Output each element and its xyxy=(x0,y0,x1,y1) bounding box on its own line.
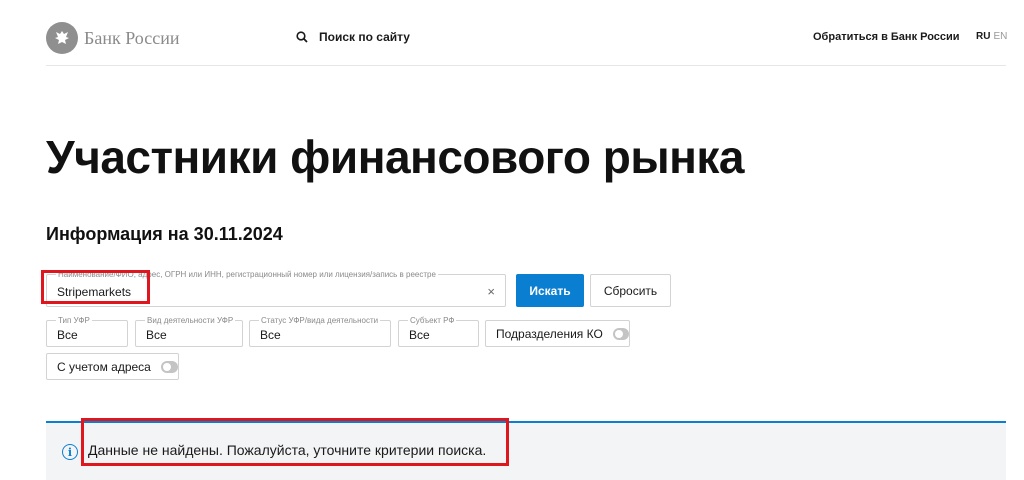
filter-ufr-type[interactable]: Тип УФР Все xyxy=(46,316,128,347)
bank-logo[interactable]: Банк России xyxy=(46,22,179,54)
filter-value: Все xyxy=(57,328,78,342)
result-message-panel: i Данные не найдены. Пожалуйста, уточнит… xyxy=(46,421,1006,480)
reset-button[interactable]: Сбросить xyxy=(590,274,671,307)
lang-en-link[interactable]: EN xyxy=(993,31,1007,42)
search-input-value[interactable]: Stripemarkets xyxy=(57,285,131,299)
toggle-switch[interactable] xyxy=(612,327,629,340)
page-title: Участники финансового рынка xyxy=(46,131,745,183)
logo-text: Банк России xyxy=(84,27,180,48)
filter-label: Статус УФР/вида деятельности xyxy=(259,316,381,325)
search-field[interactable]: Наименование/ФИО, адрес, ОГРН или ИНН, р… xyxy=(46,270,506,307)
double-headed-eagle-icon xyxy=(46,22,78,54)
language-switcher: RU EN xyxy=(976,31,1007,42)
lang-ru-link[interactable]: RU xyxy=(976,31,990,42)
site-header: Банк России Поиск по сайту Обратиться в … xyxy=(46,0,1007,66)
search-icon xyxy=(296,31,308,43)
clear-icon[interactable]: × xyxy=(487,284,495,299)
filter-value: Все xyxy=(260,328,281,342)
toggle-label: Подразделения КО xyxy=(496,326,603,341)
filter-label: Вид деятельности УФР xyxy=(145,316,236,325)
filter-status[interactable]: Статус УФР/вида деятельности Все xyxy=(249,316,391,347)
info-date: Информация на 30.11.2024 xyxy=(46,224,283,244)
filter-label: Тип УФР xyxy=(56,316,92,325)
toggle-ko-divisions[interactable]: Подразделения КО xyxy=(485,320,630,347)
toggle-label: С учетом адреса xyxy=(57,359,151,374)
filter-region[interactable]: Субъект РФ Все xyxy=(398,316,479,347)
toggle-switch[interactable] xyxy=(160,360,178,373)
filter-value: Все xyxy=(409,328,430,342)
filter-activity-type[interactable]: Вид деятельности УФР Все xyxy=(135,316,243,347)
site-search-link[interactable]: Поиск по сайту xyxy=(296,30,410,44)
site-search-label: Поиск по сайту xyxy=(319,30,410,44)
filter-value: Все xyxy=(146,328,167,342)
info-icon: i xyxy=(62,444,78,460)
contact-bank-link[interactable]: Обратиться в Банк России xyxy=(813,31,960,43)
toggle-with-address[interactable]: С учетом адреса xyxy=(46,353,179,380)
search-field-label: Наименование/ФИО, адрес, ОГРН или ИНН, р… xyxy=(56,270,438,279)
no-results-message: Данные не найдены. Пожалуйста, уточните … xyxy=(88,442,487,458)
search-button[interactable]: Искать xyxy=(516,274,584,307)
filter-label: Субъект РФ xyxy=(408,316,457,325)
